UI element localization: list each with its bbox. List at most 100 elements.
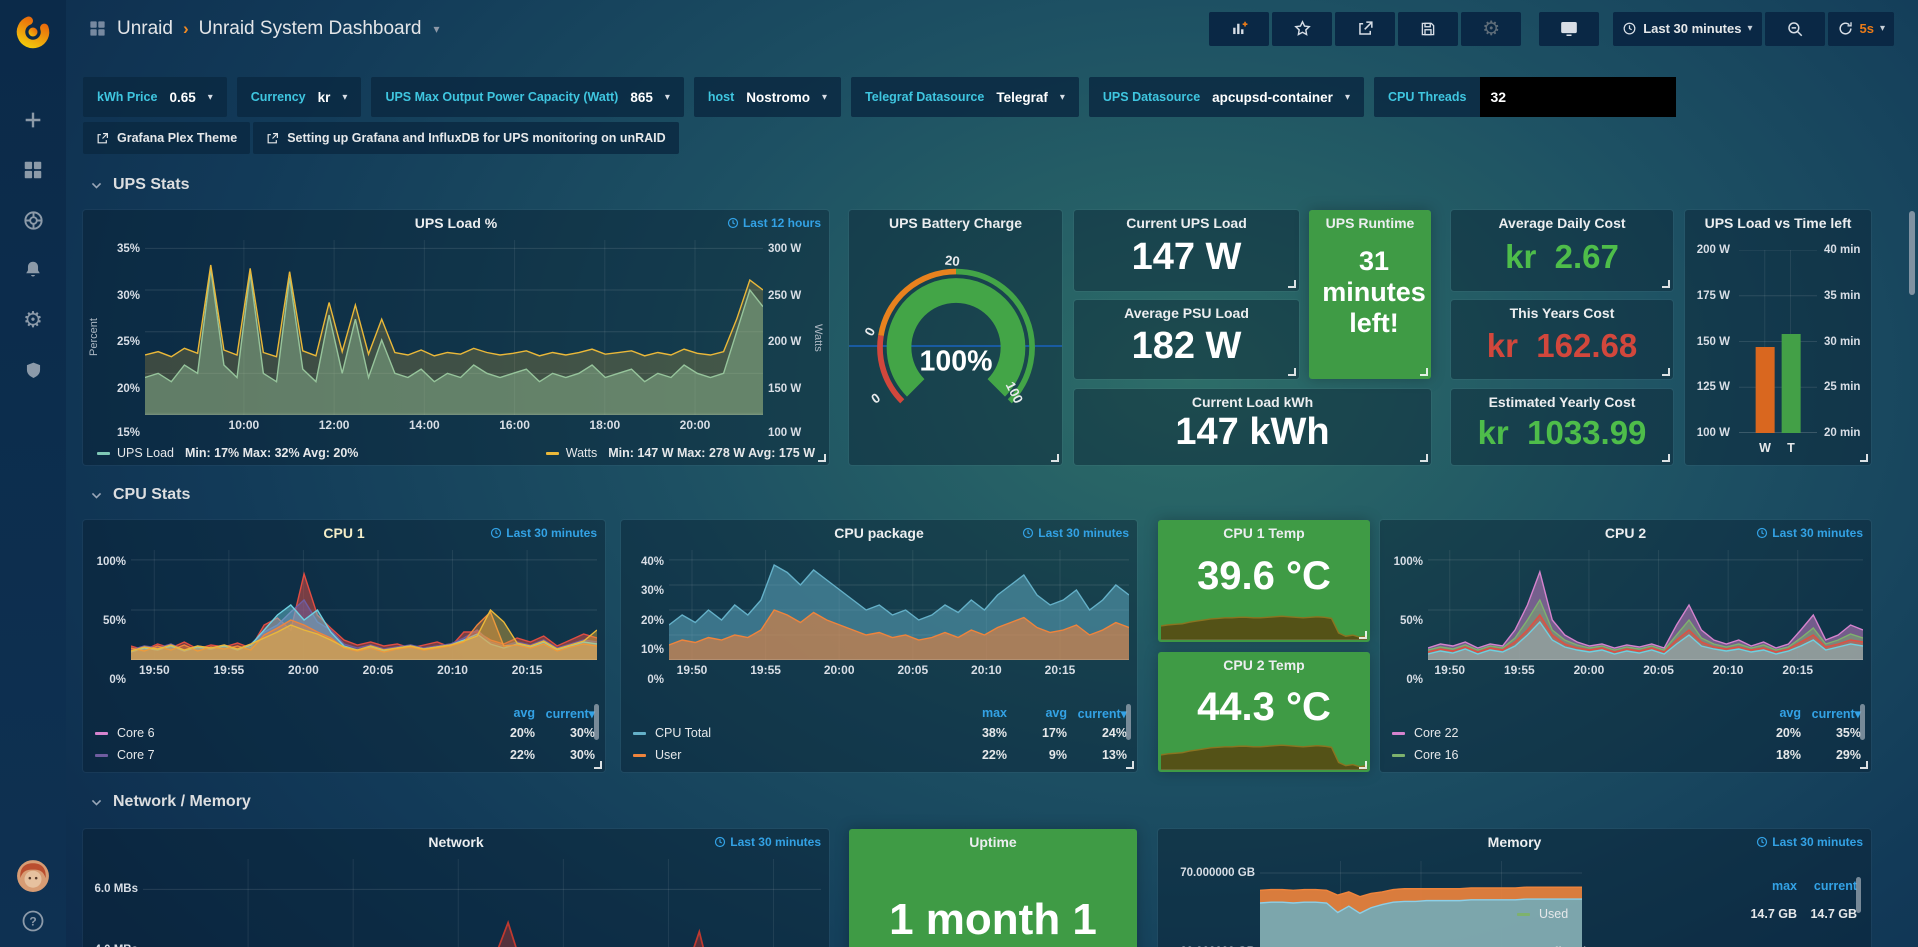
- series-name[interactable]: Core 7: [117, 748, 475, 762]
- ups-load-chart[interactable]: [145, 240, 763, 415]
- panel-current-ups-load: Current UPS Load 147 W: [1074, 210, 1299, 291]
- variable-ups-datasource[interactable]: UPS Datasourceapcupsd-container▾: [1089, 77, 1364, 117]
- dashboard-title[interactable]: Unraid System Dashboard: [199, 18, 422, 40]
- legend-sort-header[interactable]: current▾: [535, 706, 595, 721]
- refresh-interval-label[interactable]: 5s: [1860, 21, 1874, 36]
- zoom-out-button[interactable]: [1765, 12, 1825, 46]
- panel-title[interactable]: CPU 1 Temp: [1158, 525, 1370, 541]
- link-ups-monitoring-guide[interactable]: Setting up Grafana and InfluxDB for UPS …: [253, 122, 678, 154]
- clock-icon: [490, 527, 502, 539]
- stat-value: kr 162.68: [1451, 327, 1673, 365]
- panel-title[interactable]: UPS Load %: [83, 215, 829, 231]
- series-name[interactable]: CPU Total: [655, 726, 947, 740]
- help-icon[interactable]: ?: [21, 909, 45, 933]
- axis-tick-label: 16:00: [499, 418, 530, 432]
- series-name[interactable]: User: [655, 748, 947, 762]
- legend-scrollbar[interactable]: [594, 704, 599, 740]
- avatar[interactable]: [16, 859, 50, 893]
- dashboard-settings-button[interactable]: ⚙: [1461, 12, 1521, 46]
- variable-ups-max-output[interactable]: UPS Max Output Power Capacity (Watt)865▾: [371, 77, 683, 117]
- legend-sort-header[interactable]: max: [947, 706, 1007, 720]
- panel-time-range[interactable]: Last 30 minutes: [1756, 526, 1863, 540]
- series-name[interactable]: Core 22: [1414, 726, 1741, 740]
- panel-time-range[interactable]: Last 30 minutes: [490, 526, 597, 540]
- series-name[interactable]: Core 6: [117, 726, 475, 740]
- bar-y-axis: 200 W175 W150 W125 W100 W: [1687, 250, 1735, 433]
- panel-time-range[interactable]: Last 30 minutes: [714, 835, 821, 849]
- add-panel-button[interactable]: [1209, 12, 1269, 46]
- title-caret-icon[interactable]: ▾: [433, 22, 439, 36]
- panel-title[interactable]: Current Load kWh: [1074, 394, 1431, 410]
- dashboards-grid-icon[interactable]: [21, 158, 45, 182]
- stat-value: 147 kWh: [1074, 411, 1431, 454]
- legend-row: Core 722%30%: [95, 744, 595, 766]
- series-name[interactable]: Watts: [566, 446, 597, 460]
- section-cpu-stats[interactable]: CPU Stats: [90, 486, 190, 504]
- panel-time-range[interactable]: Last 30 minutes: [1756, 835, 1863, 849]
- variable-currency[interactable]: Currencykr▾: [237, 77, 362, 117]
- cycle-view-button[interactable]: [1539, 12, 1599, 46]
- breadcrumb-app[interactable]: Unraid: [117, 18, 173, 40]
- series-name[interactable]: Core 16: [1414, 748, 1741, 762]
- legend-row: Core 2220%35%: [1392, 722, 1861, 744]
- series-name[interactable]: Used: [1539, 907, 1737, 921]
- legend-scrollbar[interactable]: [1856, 877, 1861, 913]
- panel-time-range[interactable]: Last 12 hours: [727, 216, 821, 230]
- time-range-caret-icon: ▾: [1747, 23, 1752, 34]
- refresh-button[interactable]: 5s ▾: [1828, 12, 1895, 46]
- cpu1-chart[interactable]: [131, 550, 597, 660]
- create-plus-icon[interactable]: [21, 108, 45, 132]
- series-name[interactable]: UPS Load: [117, 446, 174, 460]
- section-ups-stats[interactable]: UPS Stats: [90, 176, 189, 194]
- cpu-package-legend: maxavgcurrent▾CPU Total38%17%24%User22%9…: [633, 704, 1127, 766]
- variable-telegraf-datasource[interactable]: Telegraf DatasourceTelegraf▾: [851, 77, 1079, 117]
- panel-title[interactable]: UPS Runtime: [1309, 215, 1431, 231]
- legend-sort-header[interactable]: max: [1737, 879, 1797, 893]
- refresh-caret-icon[interactable]: ▾: [1880, 23, 1885, 34]
- panel-title[interactable]: Uptime: [849, 834, 1137, 850]
- panel-title[interactable]: UPS Battery Charge: [849, 215, 1062, 231]
- legend-sort-header[interactable]: current▾: [1801, 706, 1861, 721]
- variable-kwh-price[interactable]: kWh Price0.65▾: [83, 77, 227, 117]
- configuration-gear-icon[interactable]: ⚙: [21, 308, 45, 332]
- alerting-bell-icon[interactable]: [21, 258, 45, 282]
- explore-lifebuoy-icon[interactable]: [21, 208, 45, 232]
- panel-title[interactable]: CPU 2 Temp: [1158, 657, 1370, 673]
- bar-T[interactable]: [1782, 334, 1801, 433]
- series-swatch: [95, 732, 108, 735]
- legend-sort-header[interactable]: avg: [1741, 706, 1801, 720]
- panel-title[interactable]: Estimated Yearly Cost: [1451, 394, 1673, 410]
- panel-time-range[interactable]: Last 30 minutes: [1022, 526, 1129, 540]
- variable-host[interactable]: hostNostromo▾: [694, 77, 841, 117]
- page-scrollbar[interactable]: [1909, 211, 1915, 295]
- legend-sort-header[interactable]: current▾: [1067, 706, 1127, 721]
- section-network-memory[interactable]: Network / Memory: [90, 793, 251, 811]
- axis-tick-label: 0%: [109, 674, 126, 686]
- cpu-package-chart[interactable]: [669, 550, 1129, 660]
- legend-sort-header[interactable]: current: [1797, 879, 1857, 893]
- panel-title[interactable]: This Years Cost: [1451, 305, 1673, 321]
- panel-title[interactable]: UPS Load vs Time left: [1685, 215, 1871, 231]
- legend-scrollbar[interactable]: [1860, 704, 1865, 740]
- panel-title[interactable]: Average PSU Load: [1074, 305, 1299, 321]
- server-admin-shield-icon[interactable]: [21, 358, 45, 382]
- bar-W[interactable]: [1756, 347, 1775, 433]
- variable-cpu-threads: CPU Threads: [1374, 77, 1677, 117]
- ups-bar-chart[interactable]: WT: [1739, 250, 1817, 433]
- legend-sort-header[interactable]: avg: [475, 706, 535, 720]
- time-range-picker[interactable]: Last 30 minutes ▾: [1613, 12, 1761, 46]
- axis-tick-label: 19:55: [214, 663, 245, 677]
- panel-title[interactable]: Average Daily Cost: [1451, 215, 1673, 231]
- cpu-threads-input[interactable]: [1480, 77, 1676, 117]
- network-chart[interactable]: [143, 859, 821, 947]
- link-grafana-plex-theme[interactable]: Grafana Plex Theme: [83, 122, 250, 154]
- star-button[interactable]: [1272, 12, 1332, 46]
- cpu2-chart[interactable]: [1428, 550, 1863, 660]
- save-button[interactable]: [1398, 12, 1458, 46]
- panel-title[interactable]: Current UPS Load: [1074, 215, 1299, 231]
- grafana-logo-icon[interactable]: [11, 8, 55, 52]
- cpu1-temp-sparkline: [1161, 586, 1367, 640]
- share-button[interactable]: [1335, 12, 1395, 46]
- legend-scrollbar[interactable]: [1126, 704, 1131, 740]
- legend-sort-header[interactable]: avg: [1007, 706, 1067, 720]
